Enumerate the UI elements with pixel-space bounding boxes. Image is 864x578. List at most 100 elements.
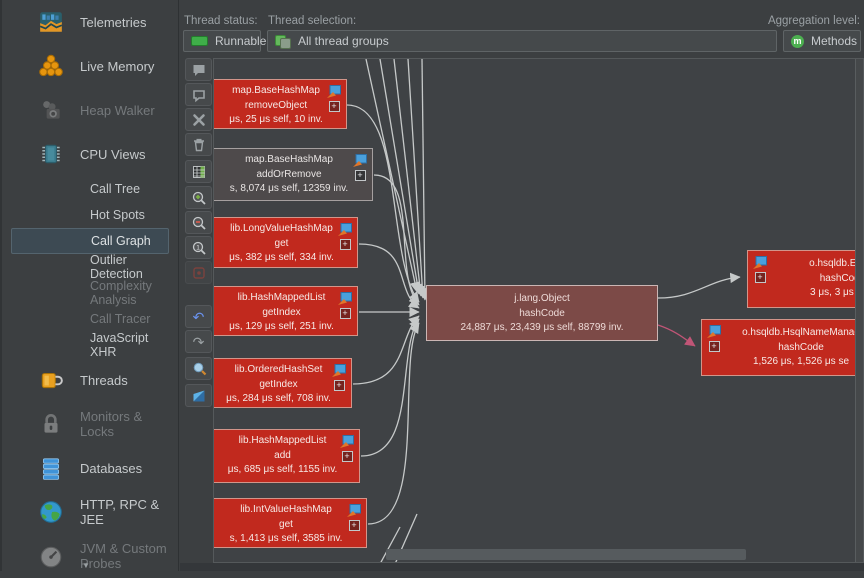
sidebar-item-label: Threads	[80, 373, 128, 388]
svg-text:1: 1	[196, 244, 200, 251]
call-graph-focus-node[interactable]: j.lang.Object hashCode 24,887 μs, 23,439…	[426, 285, 658, 341]
sidebar-item-telemetries[interactable]: Telemetries	[2, 0, 178, 44]
sidebar-item-complexity-analysis[interactable]: Complexity Analysis	[2, 280, 178, 306]
show-source-icon[interactable]	[327, 85, 341, 98]
trash-icon	[191, 137, 207, 153]
sidebar-item-call-tree[interactable]: Call Tree	[2, 176, 178, 202]
expand-node-icon[interactable]: +	[340, 239, 351, 250]
show-source-icon[interactable]	[353, 154, 367, 167]
sidebar-item-monitors-locks[interactable]: Monitors & Locks	[2, 402, 178, 446]
node-stats: s, 1,413 μs self, 3585 inv.	[213, 532, 366, 547]
sidebar-item-label: Outlier Detection	[90, 253, 178, 281]
show-source-icon[interactable]	[332, 364, 346, 377]
graph-overview-button[interactable]	[185, 384, 212, 407]
comment-button[interactable]	[185, 58, 212, 81]
node-method: getIndex	[213, 306, 357, 321]
thread-groups-icon	[275, 35, 291, 48]
node-stats: s, 8,074 μs self, 12359 inv.	[213, 182, 372, 197]
node-class: map.BaseHashMap	[213, 153, 372, 168]
cpu-views-icon	[36, 139, 66, 169]
find-button[interactable]	[185, 357, 212, 380]
sidebar-item-label: JVM & Custom Probes	[80, 541, 178, 571]
thread-status-label: Thread status:	[184, 15, 258, 27]
sidebar-item-label: Databases	[80, 461, 142, 476]
sidebar-item-http-rpc-jee[interactable]: HTTP, RPC & JEE	[2, 490, 178, 534]
sidebar-item-label: Live Memory	[80, 59, 154, 74]
heap-walker-icon	[36, 95, 66, 125]
call-graph-canvas[interactable]: map.BaseHashMap removeObject μs, 25 μs s…	[213, 58, 864, 563]
show-source-icon[interactable]	[338, 292, 352, 305]
node-method: hashCode	[772, 272, 864, 287]
sidebar-item-hot-spots[interactable]: Hot Spots	[2, 202, 178, 228]
show-source-icon[interactable]	[340, 435, 354, 448]
horizontal-scrollbar-thumb[interactable]	[386, 549, 746, 560]
sidebar-item-call-graph[interactable]: Call Graph	[11, 228, 169, 254]
sidebar-item-databases[interactable]: Databases	[2, 446, 178, 490]
call-graph-node[interactable]: lib.IntValueHashMap get s, 1,413 μs self…	[213, 498, 367, 548]
live-memory-icon	[36, 51, 66, 81]
call-graph-node[interactable]: map.BaseHashMap removeObject μs, 25 μs s…	[213, 79, 347, 129]
undo-button[interactable]: ↶	[185, 305, 212, 328]
node-stats: 3 μs, 3 μs self,	[772, 286, 864, 301]
expand-node-icon[interactable]: +	[342, 451, 353, 462]
call-graph-node[interactable]: lib.LongValueHashMap get μs, 382 μs self…	[213, 217, 358, 268]
sidebar-item-javascript-xhr[interactable]: JavaScript XHR	[2, 332, 178, 358]
expand-node-icon[interactable]: +	[334, 380, 345, 391]
node-method: get	[213, 237, 357, 252]
sidebar-item-call-tracer[interactable]: Call Tracer	[2, 306, 178, 332]
delete-button[interactable]	[185, 133, 212, 156]
crosshair-button[interactable]	[185, 261, 212, 284]
call-graph-node[interactable]: map.BaseHashMap addOrRemove s, 8,074 μs …	[213, 148, 373, 201]
show-source-icon[interactable]	[347, 504, 361, 517]
sidebar-scroll-down-icon[interactable]: ▼	[82, 561, 90, 570]
zoom-out-icon	[191, 215, 207, 231]
node-method: addOrRemove	[213, 168, 372, 183]
zoom-actual-button[interactable]: 1	[185, 236, 212, 259]
node-method: hashCode	[427, 307, 657, 322]
node-details-icon	[191, 164, 207, 180]
sidebar-item-outlier-detection[interactable]: Outlier Detection	[2, 254, 178, 280]
call-graph-node[interactable]: o.hsqldb.Expre hashCode 3 μs, 3 μs self,…	[747, 250, 864, 308]
show-source-icon[interactable]	[753, 256, 767, 269]
vertical-scrollbar[interactable]	[855, 59, 863, 563]
sidebar-item-live-memory[interactable]: Live Memory	[2, 44, 178, 88]
node-class: lib.IntValueHashMap	[213, 503, 366, 518]
expand-node-icon[interactable]: +	[755, 272, 766, 283]
node-class: o.hsqldb.Expre	[772, 257, 864, 272]
sidebar-item-label: Telemetries	[80, 15, 146, 30]
sidebar-item-jvm-probes[interactable]: JVM & Custom Probes	[2, 534, 178, 578]
show-source-icon[interactable]	[707, 325, 721, 338]
call-graph-node[interactable]: lib.HashMappedList add μs, 685 μs self, …	[213, 429, 360, 483]
call-graph-node[interactable]: lib.OrderedHashSet getIndex μs, 284 μs s…	[213, 358, 352, 408]
node-class: lib.HashMappedList	[213, 434, 359, 449]
sidebar-item-label: Heap Walker	[80, 103, 155, 118]
node-details-button[interactable]	[185, 160, 212, 183]
comment-icon	[191, 62, 207, 78]
expand-node-icon[interactable]: +	[340, 308, 351, 319]
expand-node-icon[interactable]: +	[709, 341, 720, 352]
sidebar-item-label: Call Tree	[90, 182, 140, 196]
expand-node-icon[interactable]: +	[355, 170, 366, 181]
aggregation-level-label: Aggregation level:	[768, 15, 860, 27]
call-graph-node[interactable]: o.hsqldb.HsqlNameManag hashCode 1,526 μs…	[701, 319, 864, 376]
sidebar-item-threads[interactable]: Threads	[2, 358, 178, 402]
thread-selection-combo[interactable]: All thread groups	[267, 30, 777, 52]
aggregation-level-combo[interactable]: m Methods	[783, 30, 861, 52]
sidebar-item-label: Monitors & Locks	[80, 409, 178, 439]
zoom-in-button[interactable]	[185, 186, 212, 209]
redo-button[interactable]: ↷	[185, 330, 212, 353]
thread-status-combo[interactable]: Runnable	[183, 30, 261, 52]
show-source-icon[interactable]	[338, 223, 352, 236]
runnable-state-icon	[191, 36, 208, 46]
comment-alt-button[interactable]	[185, 83, 212, 106]
node-class: lib.LongValueHashMap	[213, 222, 357, 237]
expand-node-icon[interactable]: +	[329, 101, 340, 112]
zoom-in-icon	[191, 190, 207, 206]
zoom-out-button[interactable]	[185, 211, 212, 234]
sidebar-item-heap-walker[interactable]: Heap Walker	[2, 88, 178, 132]
expand-node-icon[interactable]: +	[349, 520, 360, 531]
call-graph-node[interactable]: lib.HashMappedList getIndex μs, 129 μs s…	[213, 286, 358, 336]
sidebar-item-cpu-views[interactable]: CPU Views	[2, 132, 178, 176]
node-stats: μs, 685 μs self, 1155 inv.	[213, 463, 359, 478]
remove-button[interactable]	[185, 108, 212, 131]
